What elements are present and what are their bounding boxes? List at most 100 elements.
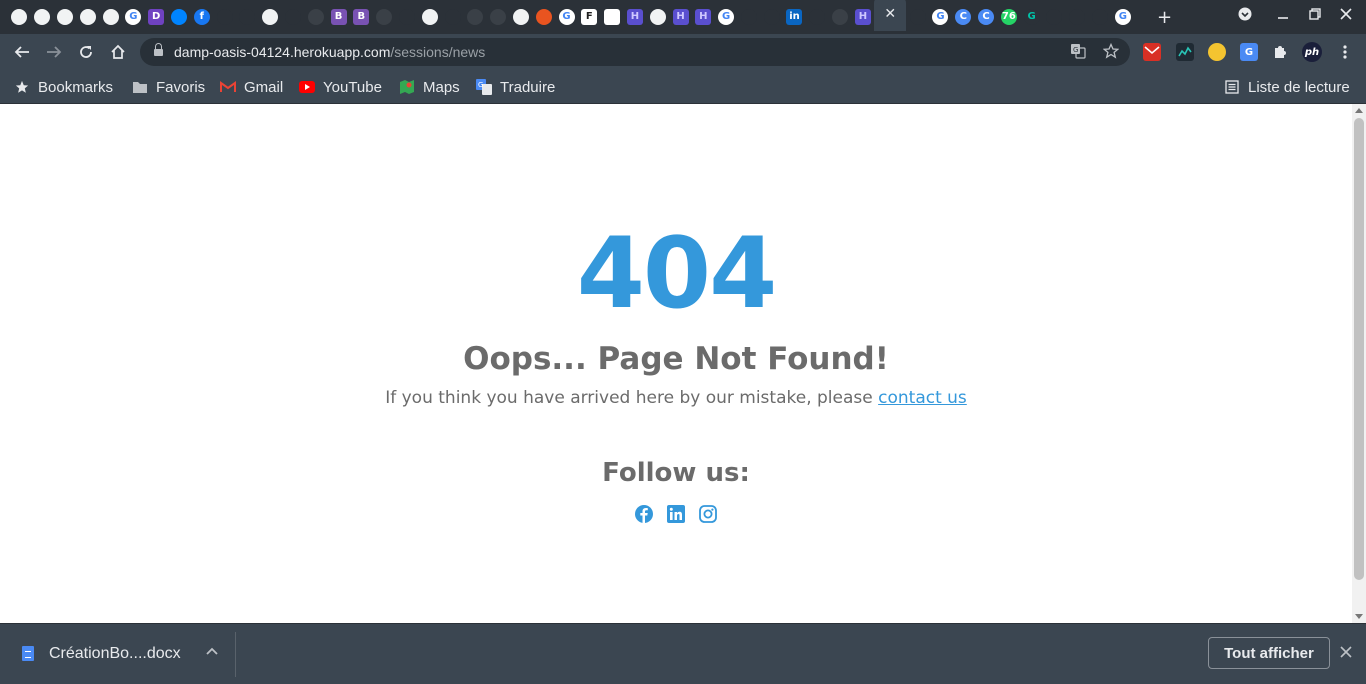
browser-tab[interactable]: H	[851, 6, 874, 28]
instagram-icon[interactable]	[698, 504, 718, 524]
bookmark-label: YouTube	[323, 78, 382, 96]
browser-tab[interactable]	[441, 6, 464, 28]
bookmark-star-icon[interactable]	[1102, 42, 1120, 63]
browser-tab[interactable]	[532, 6, 555, 28]
browser-tab[interactable]	[510, 6, 533, 28]
browser-tab[interactable]: F	[578, 6, 601, 28]
bookmark-maps[interactable]: Maps	[399, 76, 460, 98]
close-tab-icon[interactable]: ✕	[884, 6, 896, 22]
browser-tab[interactable]	[213, 6, 236, 28]
browser-tab[interactable]: f	[190, 6, 213, 28]
browser-tab[interactable]	[464, 6, 487, 28]
home-button[interactable]	[107, 41, 129, 63]
close-window-icon[interactable]	[1340, 8, 1352, 24]
close-shelf-icon[interactable]	[1340, 643, 1352, 662]
tab-search-icon[interactable]	[1238, 7, 1252, 25]
metrics-extension-icon[interactable]	[1176, 43, 1194, 61]
browser-tab[interactable]	[1089, 6, 1112, 28]
browser-tab[interactable]: C	[975, 6, 998, 28]
gmail-extension-icon[interactable]	[1143, 43, 1161, 61]
browser-tab[interactable]: 76	[997, 6, 1020, 28]
bookmark-label: Gmail	[244, 78, 284, 96]
active-tab[interactable]: ✕	[874, 0, 907, 31]
google-icon: G	[1114, 9, 1131, 25]
translate-page-icon[interactable]: G	[1070, 43, 1086, 63]
google-translate-extension-icon[interactable]: G	[1240, 43, 1258, 61]
browser-tab[interactable]	[760, 6, 783, 28]
show-all-downloads-button[interactable]: Tout afficher	[1208, 637, 1330, 669]
back-button[interactable]	[11, 41, 33, 63]
globe-icon	[512, 9, 529, 25]
browser-tab[interactable]: G	[122, 6, 145, 28]
chevron-up-icon[interactable]	[206, 644, 218, 659]
browser-tab[interactable]	[259, 6, 282, 28]
scroll-down-arrow-icon[interactable]	[1355, 614, 1363, 619]
maps-icon	[399, 79, 415, 95]
maximize-icon[interactable]	[1309, 8, 1321, 24]
linkedin-icon[interactable]	[666, 504, 686, 524]
browser-tab[interactable]: B	[327, 6, 350, 28]
browser-tab[interactable]	[168, 6, 191, 28]
browser-tab[interactable]	[418, 6, 441, 28]
browser-tab[interactable]: C	[952, 6, 975, 28]
browser-tab[interactable]: B	[350, 6, 373, 28]
browser-tab[interactable]	[487, 6, 510, 28]
bookmark-favoris[interactable]: Favoris	[132, 76, 205, 98]
browser-tab[interactable]	[738, 6, 761, 28]
browser-tab[interactable]	[54, 6, 77, 28]
facebook-icon[interactable]	[634, 504, 654, 524]
browser-tab[interactable]: D	[145, 6, 168, 28]
browser-tab[interactable]	[906, 6, 929, 28]
scrollbar-thumb[interactable]	[1354, 118, 1364, 580]
address-bar[interactable]: damp-oasis-04124.herokuapp.com/sessions/…	[140, 38, 1130, 66]
extension-yellow-icon[interactable]	[1208, 43, 1226, 61]
browser-tab[interactable]: H	[669, 6, 692, 28]
scroll-up-arrow-icon[interactable]	[1355, 108, 1363, 113]
d-icon: D	[148, 9, 165, 25]
minimize-icon[interactable]	[1277, 8, 1289, 24]
url-text[interactable]: damp-oasis-04124.herokuapp.com/sessions/…	[174, 44, 485, 60]
browser-tab[interactable]: H	[624, 6, 647, 28]
github-icon	[832, 9, 849, 25]
page-content: 404 Oops... Page Not Found! If you think…	[0, 104, 1352, 623]
contact-us-link[interactable]: contact us	[878, 388, 967, 408]
error-title: Oops... Page Not Found!	[463, 341, 889, 377]
browser-tab[interactable]: G	[929, 6, 952, 28]
error-code: 404	[576, 217, 778, 331]
extensions-puzzle-icon[interactable]	[1271, 43, 1289, 61]
browser-tab[interactable]	[396, 6, 419, 28]
browser-tab[interactable]	[8, 6, 31, 28]
browser-tab[interactable]: G	[1020, 6, 1043, 28]
vertical-scrollbar[interactable]	[1352, 104, 1366, 623]
profile-avatar[interactable]: ph	[1302, 42, 1322, 62]
bookmark-youtube[interactable]: YouTube	[299, 76, 382, 98]
browser-tab[interactable]	[304, 6, 327, 28]
browser-tab[interactable]	[31, 6, 54, 28]
browser-tab[interactable]	[373, 6, 396, 28]
browser-tab[interactable]	[99, 6, 122, 28]
bookmark-gmail[interactable]: Gmail	[220, 76, 283, 98]
reload-button[interactable]	[75, 41, 97, 63]
forward-button[interactable]	[43, 41, 65, 63]
browser-tab[interactable]	[282, 6, 305, 28]
browser-tab[interactable]: G	[715, 6, 738, 28]
more-menu-icon[interactable]	[1336, 43, 1354, 61]
browser-tab[interactable]: G	[555, 6, 578, 28]
browser-tab[interactable]	[236, 6, 259, 28]
lock-icon[interactable]	[154, 43, 163, 57]
browser-tab[interactable]	[806, 6, 829, 28]
browser-tab[interactable]	[646, 6, 669, 28]
browser-tab[interactable]	[1043, 6, 1066, 28]
reading-list-button[interactable]: Liste de lecture	[1224, 76, 1350, 98]
download-item[interactable]: CréationBo....docx	[0, 632, 236, 677]
browser-tab[interactable]	[601, 6, 624, 28]
browser-tab[interactable]: G	[1111, 6, 1134, 28]
new-tab-button[interactable]: +	[1157, 7, 1172, 28]
browser-tab[interactable]: H	[692, 6, 715, 28]
bookmark-bookmarks[interactable]: Bookmarks	[14, 76, 113, 98]
browser-tab[interactable]: in	[783, 6, 806, 28]
browser-tab[interactable]	[76, 6, 99, 28]
browser-tab[interactable]	[829, 6, 852, 28]
browser-tab[interactable]	[1066, 6, 1089, 28]
bookmark-traduire[interactable]: G Traduire	[476, 76, 555, 98]
